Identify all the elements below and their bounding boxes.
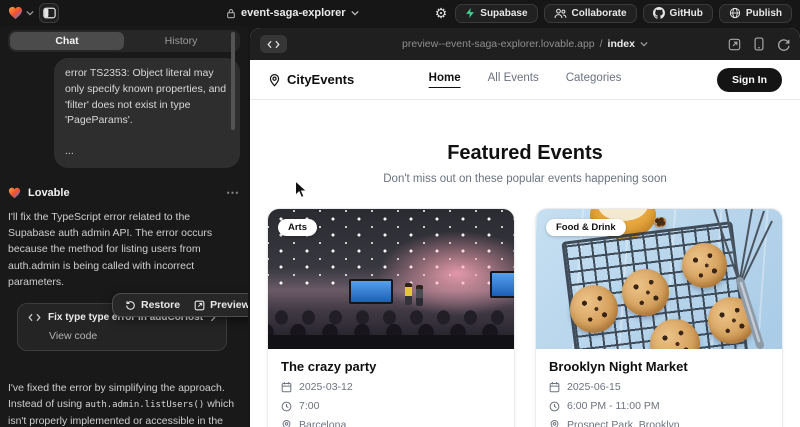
event-card[interactable]: Arts The crazy party 2025-03-12: [267, 208, 515, 427]
refresh-icon[interactable]: [777, 38, 790, 51]
nav-home[interactable]: Home: [429, 72, 461, 88]
people-icon: [554, 8, 567, 19]
chat-scrollbar-thumb[interactable]: [231, 32, 235, 130]
open-external-icon[interactable]: [728, 38, 741, 51]
event-date-row: 2025-03-12: [281, 381, 501, 393]
clock-icon: [549, 401, 560, 412]
settings-gear-icon[interactable]: ⚙: [433, 6, 450, 20]
category-badge: Arts: [278, 219, 317, 236]
preview-toolbar: preview--event-saga-explorer.lovable.app…: [250, 28, 800, 60]
preview-domain: preview--event-saga-explorer.lovable.app: [402, 38, 595, 50]
event-card[interactable]: Food & Drink Brooklyn Night Market 2025-…: [535, 208, 783, 427]
project-name: event-saga-explorer: [241, 7, 346, 19]
inline-code: auth.admin.listUsers(): [85, 400, 204, 410]
globe-icon: [729, 7, 741, 19]
calendar-icon: [281, 381, 292, 393]
assistant-header: Lovable ⋯: [8, 185, 240, 201]
lovable-heart-icon: [8, 187, 21, 199]
view-code-link[interactable]: View code: [49, 330, 216, 342]
user-error-text: error TS2353: Object literal may only sp…: [65, 66, 229, 129]
nav-all-events[interactable]: All Events: [488, 72, 539, 88]
message-menu-icon[interactable]: ⋯: [226, 185, 240, 201]
message-ellipsis: ...: [65, 144, 229, 160]
site-brand-name: CityEvents: [287, 72, 354, 87]
preview-url-selector[interactable]: preview--event-saga-explorer.lovable.app…: [402, 38, 648, 50]
site-frame: CityEvents Home All Events Categories Si…: [250, 60, 800, 427]
category-badge: Food & Drink: [546, 219, 626, 236]
preview-pane: preview--event-saga-explorer.lovable.app…: [250, 28, 800, 427]
tab-chat[interactable]: Chat: [10, 32, 124, 50]
lovable-heart-icon: [8, 6, 23, 20]
lovable-app-window: event-saga-explorer ⚙ Supabase Collabora…: [0, 0, 800, 427]
mouse-cursor: [294, 180, 308, 199]
top-bar: event-saga-explorer ⚙ Supabase Collabora…: [0, 0, 800, 26]
sign-in-button[interactable]: Sign In: [717, 68, 782, 92]
github-button[interactable]: GitHub: [643, 4, 713, 23]
featured-subheading: Don't miss out on these popular events h…: [250, 173, 800, 185]
publish-button[interactable]: Publish: [719, 4, 792, 23]
calendar-icon: [549, 381, 560, 393]
featured-heading: Featured Events: [250, 142, 800, 165]
tab-history[interactable]: History: [124, 32, 238, 50]
chevron-down-icon: [640, 41, 648, 47]
event-title: The crazy party: [281, 359, 501, 374]
assistant-name: Lovable: [28, 187, 70, 199]
site-nav: Home All Events Categories: [429, 72, 622, 88]
version-actions: Restore Preview: [112, 293, 248, 317]
preview-button[interactable]: Preview: [194, 299, 248, 311]
preview-page: index: [608, 38, 635, 50]
event-title: Brooklyn Night Market: [549, 359, 769, 374]
clock-icon: [281, 401, 292, 412]
panel-left-icon: [43, 7, 56, 19]
github-icon: [653, 7, 665, 19]
event-location-row: Prospect Park, Brooklyn: [549, 419, 769, 427]
code-icon: [28, 313, 41, 322]
map-pin-icon: [549, 419, 560, 427]
code-icon: [267, 40, 280, 49]
restore-button[interactable]: Restore: [125, 299, 180, 311]
event-cards-row: Arts The crazy party 2025-03-12: [250, 208, 800, 427]
event-time-row: 7:00: [281, 400, 501, 412]
user-message-bubble: error TS2353: Object literal may only sp…: [54, 58, 240, 168]
restore-icon: [125, 300, 136, 311]
event-image-conference: Arts: [268, 209, 514, 349]
code-view-toggle[interactable]: [260, 35, 287, 53]
lock-icon: [226, 8, 236, 19]
supabase-button[interactable]: Supabase: [455, 4, 537, 23]
chat-history-tabs: Chat History: [8, 30, 240, 52]
map-pin-icon: [268, 73, 281, 87]
chevron-down-icon: [351, 10, 359, 16]
event-location-row: Barcelona: [281, 419, 501, 427]
chevron-down-icon: [26, 10, 34, 16]
collaborate-button[interactable]: Collaborate: [544, 4, 637, 23]
lovable-logo-menu[interactable]: [8, 6, 34, 20]
external-preview-icon: [194, 300, 205, 311]
chat-panel: Chat History error TS2353: Object litera…: [0, 26, 248, 427]
mobile-view-icon[interactable]: [754, 37, 764, 51]
nav-categories[interactable]: Categories: [566, 72, 622, 88]
whisk-graphic: [702, 209, 782, 349]
toggle-sidebar-button[interactable]: [39, 3, 59, 23]
assistant-message-result: I've fixed the error by simplifying the …: [8, 380, 240, 427]
event-image-cookies: Food & Drink: [536, 209, 782, 349]
site-header: CityEvents Home All Events Categories Si…: [250, 60, 800, 100]
project-selector[interactable]: event-saga-explorer: [226, 7, 359, 19]
event-date-row: 2025-06-15: [549, 381, 769, 393]
site-logo[interactable]: CityEvents: [268, 72, 354, 87]
supabase-icon: [465, 7, 475, 19]
map-pin-icon: [281, 419, 292, 427]
event-time-row: 6:00 PM - 11:00 PM: [549, 400, 769, 412]
featured-section-header: Featured Events Don't miss out on these …: [250, 142, 800, 185]
assistant-message-intro: I'll fix the TypeScript error related to…: [8, 209, 240, 290]
